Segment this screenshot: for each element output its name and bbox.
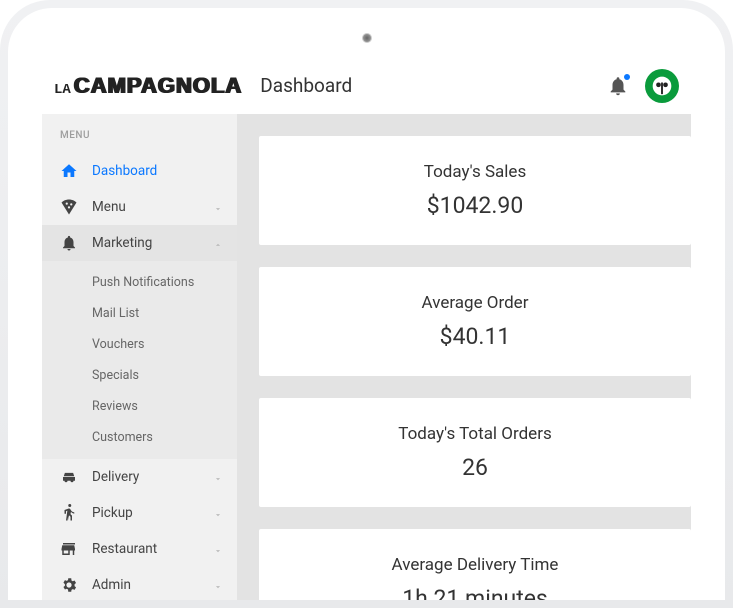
sidebar: MENU Dashboard Menu Marketing: [42, 114, 237, 600]
topbar-right: [607, 69, 679, 103]
car-icon: [60, 468, 78, 486]
page-title: Dashboard: [260, 74, 352, 97]
sidebar-item-label: Admin: [92, 577, 213, 593]
card-value: 26: [279, 454, 671, 481]
card-value: $1042.90: [279, 192, 671, 219]
store-icon: [60, 540, 78, 558]
sidebar-subitems-marketing: Push Notifications Mail List Vouchers Sp…: [42, 261, 237, 459]
sidebar-item-label: Pickup: [92, 505, 213, 521]
brand-logo[interactable]: LA CAMPAGNOLA: [54, 73, 242, 99]
home-icon: [60, 162, 78, 180]
card-title: Today's Sales: [279, 162, 671, 182]
sidebar-subitem-mail-list[interactable]: Mail List: [42, 298, 237, 329]
topbar: LA CAMPAGNOLA Dashboard: [42, 58, 691, 114]
chevron-down-icon: [213, 544, 223, 554]
sidebar-subitem-specials[interactable]: Specials: [42, 360, 237, 391]
avatar[interactable]: [645, 69, 679, 103]
app: LA CAMPAGNOLA Dashboard: [42, 58, 691, 600]
sidebar-item-label: Restaurant: [92, 541, 213, 557]
sidebar-item-dashboard[interactable]: Dashboard: [42, 153, 237, 189]
brand-small: LA: [54, 82, 71, 98]
device-frame: LA CAMPAGNOLA Dashboard: [0, 0, 733, 608]
card-average-order: Average Order $40.11: [259, 267, 691, 376]
sidebar-item-restaurant[interactable]: Restaurant: [42, 531, 237, 567]
sidebar-subitem-reviews[interactable]: Reviews: [42, 391, 237, 422]
chevron-down-icon: [213, 472, 223, 482]
chevron-down-icon: [213, 580, 223, 590]
notifications-button[interactable]: [607, 75, 629, 97]
sidebar-item-label: Menu: [92, 199, 213, 215]
card-title: Average Order: [279, 293, 671, 313]
brand-main: CAMPAGNOLA: [74, 73, 242, 99]
sidebar-item-marketing[interactable]: Marketing: [42, 225, 237, 261]
card-value: 1h 21 minutes: [279, 585, 671, 600]
sidebar-subitem-vouchers[interactable]: Vouchers: [42, 329, 237, 360]
sidebar-item-label: Delivery: [92, 469, 213, 485]
notification-dot-icon: [624, 74, 630, 80]
sidebar-item-label: Marketing: [92, 235, 213, 251]
device-screen: LA CAMPAGNOLA Dashboard: [8, 8, 725, 600]
sidebar-item-menu[interactable]: Menu: [42, 189, 237, 225]
walk-icon: [60, 504, 78, 522]
sidebar-item-pickup[interactable]: Pickup: [42, 495, 237, 531]
chevron-down-icon: [213, 508, 223, 518]
avatar-icon: [648, 72, 676, 100]
sidebar-heading: MENU: [42, 130, 237, 153]
main: Today's Sales $1042.90 Average Order $40…: [237, 114, 691, 600]
pizza-icon: [60, 198, 78, 216]
bell-icon: [60, 234, 78, 252]
camera-icon: [362, 33, 372, 43]
chevron-down-icon: [213, 202, 223, 212]
sidebar-item-delivery[interactable]: Delivery: [42, 459, 237, 495]
content: MENU Dashboard Menu Marketing: [42, 114, 691, 600]
card-title: Today's Total Orders: [279, 424, 671, 444]
card-todays-sales: Today's Sales $1042.90: [259, 136, 691, 245]
card-value: $40.11: [279, 323, 671, 350]
card-avg-delivery-time: Average Delivery Time 1h 21 minutes: [259, 529, 691, 600]
card-title: Average Delivery Time: [279, 555, 671, 575]
sidebar-subitem-push-notifications[interactable]: Push Notifications: [42, 267, 237, 298]
sidebar-subitem-customers[interactable]: Customers: [42, 422, 237, 453]
chevron-up-icon: [213, 238, 223, 248]
sidebar-item-admin[interactable]: Admin: [42, 567, 237, 600]
gear-icon: [60, 576, 78, 594]
sidebar-item-label: Dashboard: [92, 163, 223, 179]
card-total-orders: Today's Total Orders 26: [259, 398, 691, 507]
